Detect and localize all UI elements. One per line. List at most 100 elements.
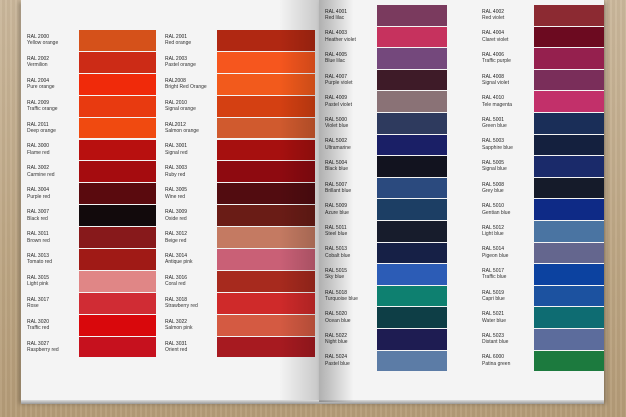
chip-label: RAL 2010 Signal orange [159, 96, 217, 117]
color-chip: RAL 6000 Patina green [476, 350, 604, 372]
color-chip: RAL 5003 Sapphire blue [476, 134, 604, 156]
chip-label: RAL 5019 Capri blue [476, 286, 534, 307]
color-name: Antique pink [165, 259, 193, 266]
chip-label: RAL 2000 Yellow orange [21, 30, 79, 51]
color-name: Salmon pink [165, 325, 193, 332]
color-swatch [534, 156, 604, 177]
color-swatch [217, 183, 315, 205]
color-name: Purple violet [325, 80, 353, 87]
color-chip: RAL 2004 Pure orange [21, 73, 156, 95]
color-name: Light blue [482, 231, 504, 238]
color-swatch [534, 285, 604, 307]
color-swatch [377, 307, 447, 328]
color-name: Red orange [165, 40, 192, 47]
chip-label: RAL 5020 Ocean blue [319, 307, 377, 328]
color-swatch [217, 117, 315, 139]
color-chip: RAL 5024 Pastel blue [319, 350, 447, 372]
chip-label: RAL 3005 Wine red [159, 183, 217, 204]
chip-label: RAL 2002 Vermilion [21, 52, 79, 73]
color-swatch [377, 156, 447, 177]
color-name: Heather violet [325, 36, 356, 43]
chip-label: RAL 5012 Light blue [476, 221, 534, 242]
color-swatch [217, 292, 315, 314]
chip-label: RAL 5003 Sapphire blue [476, 135, 534, 156]
color-chip: RAL 3017 Rose [21, 292, 156, 314]
color-chip: RAL 4006 Traffic purple [476, 48, 604, 69]
color-swatch [79, 139, 156, 161]
chip-label: RAL 3022 Salmon pink [159, 315, 217, 336]
color-name: Signal red [165, 149, 188, 156]
color-chip: RAL 5009 Azure blue [319, 199, 447, 220]
chip-label: RAL 2001 Red orange [159, 30, 217, 51]
chip-label: RAL 3007 Black red [21, 205, 79, 226]
color-chip: RAL 4003 Heather violet [319, 26, 447, 48]
color-name: Vermilion [27, 62, 48, 69]
color-swatch [377, 199, 447, 220]
color-chip: RAL 3000 Flame red [21, 139, 156, 161]
color-name: Pigeon blue [482, 252, 509, 259]
color-name: Light pink [27, 281, 49, 288]
chip-label: RAL 3013 Tomato red [21, 249, 79, 270]
color-name: Beige red [165, 237, 187, 244]
chip-label: RAL 2011 Deep orange [21, 118, 79, 139]
chip-label: RAL 5015 Sky blue [319, 264, 377, 285]
color-chip: RAL 5007 Brillant blue [319, 177, 447, 199]
color-chip: RAL 2009 Traffic orange [21, 95, 156, 117]
color-swatch [217, 227, 315, 248]
color-swatch [377, 113, 447, 134]
color-name: Grey blue [482, 188, 504, 195]
color-swatch [79, 314, 156, 336]
color-swatch [377, 242, 447, 264]
chip-label: RAL 5018 Turquoise blue [319, 286, 377, 307]
color-chip: RAL 3011 Brown red [21, 227, 156, 248]
color-chip: RAL 2011 Deep orange [21, 117, 156, 139]
color-name: Carmine red [27, 171, 55, 178]
color-chip: RAL 5019 Capri blue [476, 285, 604, 307]
color-swatch [79, 292, 156, 314]
color-swatch [377, 264, 447, 285]
color-name: Salmon orange [165, 128, 199, 135]
chip-label: RAL 5022 Night blue [319, 329, 377, 350]
page-bottom-edge [21, 400, 604, 404]
color-swatch [217, 161, 315, 183]
color-chip: RAL 3007 Black red [21, 205, 156, 227]
color-swatch [377, 285, 447, 307]
color-swatch [534, 5, 604, 26]
chip-label: RAL 3017 Rose [21, 293, 79, 314]
chip-label: RAL 5010 Gentian blue [476, 199, 534, 220]
color-swatch [79, 249, 156, 270]
color-swatch [377, 5, 447, 26]
color-swatch [377, 134, 447, 156]
color-chip: RAL 4010 Tele magenta [476, 91, 604, 112]
chip-label: RAL 4007 Purple violet [319, 70, 377, 91]
color-name: Claret violet [482, 36, 509, 43]
chip-label: RAL 5023 Distant blue [476, 329, 534, 350]
color-chip: RAL 3015 Light pink [21, 270, 156, 292]
color-chip: RAL 3022 Salmon pink [159, 314, 315, 336]
color-swatch [534, 264, 604, 285]
color-chip: RAL 3031 Orient red [159, 336, 315, 358]
color-swatch [79, 161, 156, 183]
color-name: Ultramarine [325, 144, 351, 151]
color-name: Signal blue [482, 166, 507, 173]
chip-label: RAL 3016 Coral red [159, 271, 217, 292]
chip-label: RAL 5007 Brillant blue [319, 178, 377, 199]
chip-label: RAL 5008 Grey blue [476, 178, 534, 199]
chip-label: RAL 5011 Steel blue [319, 221, 377, 242]
color-swatch [217, 249, 315, 270]
color-name: Brillant blue [325, 188, 352, 195]
color-chip: RAL 3005 Wine red [159, 183, 315, 205]
color-swatch [79, 205, 156, 227]
color-chip: RAL 5011 Steel blue [319, 221, 447, 242]
color-name: Sapphire blue [482, 144, 513, 151]
chip-label: RAL 3020 Traffic red [21, 315, 79, 336]
right-catalog-page: RAL 4001 Red lilac RAL 4003 Heather violet R… [319, 0, 604, 402]
left-catalog-page: RAL 2000 Yellow orange RAL 2002 Vermilion RA… [21, 0, 319, 402]
color-swatch [534, 329, 604, 350]
color-name: Turquoise blue [325, 296, 358, 303]
color-chip: RAL 5013 Cobalt blue [319, 242, 447, 264]
chip-label: RAL 4003 Heather violet [319, 27, 377, 48]
color-swatch [377, 48, 447, 69]
color-name: Violet blue [325, 123, 349, 130]
color-swatch [217, 30, 315, 51]
